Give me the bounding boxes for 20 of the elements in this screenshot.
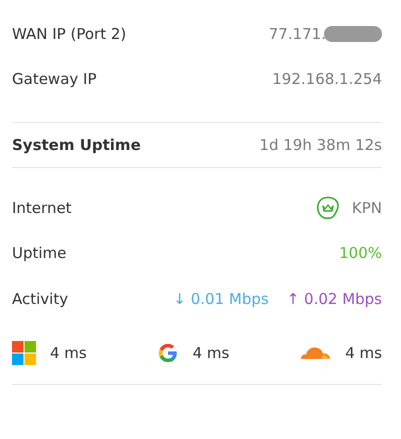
- cloud-icon: [299, 346, 332, 360]
- field-label: Gateway IP: [12, 70, 96, 88]
- latency-value: 4 ms: [192, 344, 230, 362]
- field-value: 100%: [339, 244, 382, 262]
- field-value: 1d 19h 38m 12s: [259, 136, 382, 154]
- provider-name: KPN: [352, 199, 382, 217]
- field-label: Internet: [12, 199, 72, 217]
- crown-icon: [316, 196, 340, 220]
- rate-value: ↓ 0.01 Mbps: [173, 290, 269, 308]
- field-value: 77.171.: [268, 25, 326, 43]
- g-logo-icon: [156, 342, 179, 364]
- four-squares-icon: [12, 341, 36, 365]
- field-value: 192.168.1.254: [272, 70, 382, 88]
- field-label: System Uptime: [12, 136, 141, 154]
- field-label: Activity: [12, 290, 68, 308]
- field-label: WAN IP (Port 2): [12, 25, 126, 43]
- rate-value: ↑ 0.02 Mbps: [286, 290, 382, 308]
- field-label: Uptime: [12, 244, 66, 262]
- latency-value: 4 ms: [50, 344, 87, 362]
- latency-value: 4 ms: [345, 344, 382, 362]
